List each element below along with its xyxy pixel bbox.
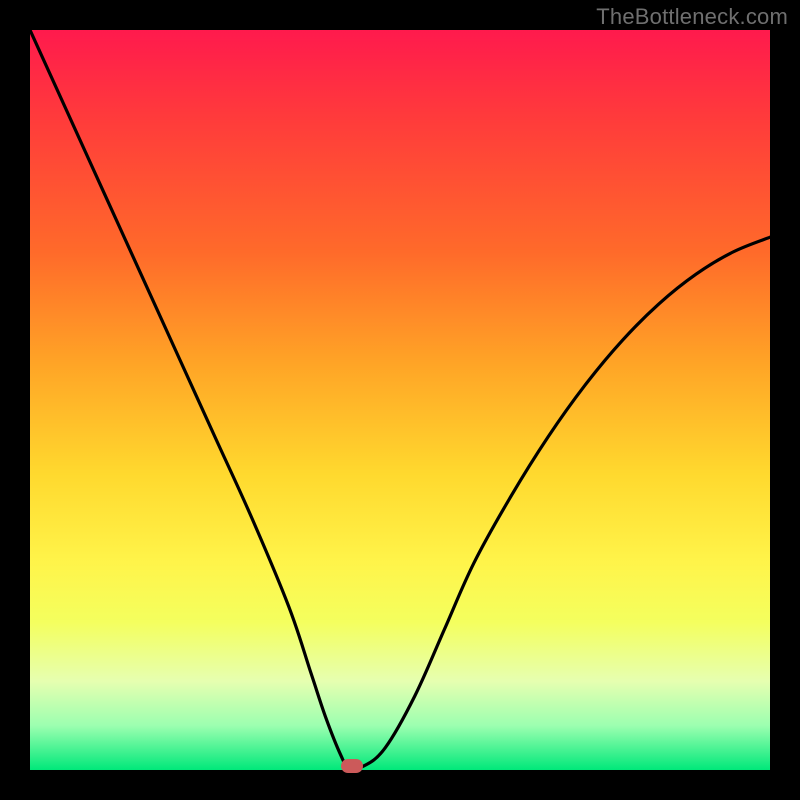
optimum-marker <box>341 759 363 773</box>
bottleneck-curve <box>30 30 770 770</box>
plot-area <box>30 30 770 770</box>
watermark-text: TheBottleneck.com <box>596 4 788 30</box>
chart-frame: TheBottleneck.com <box>0 0 800 800</box>
